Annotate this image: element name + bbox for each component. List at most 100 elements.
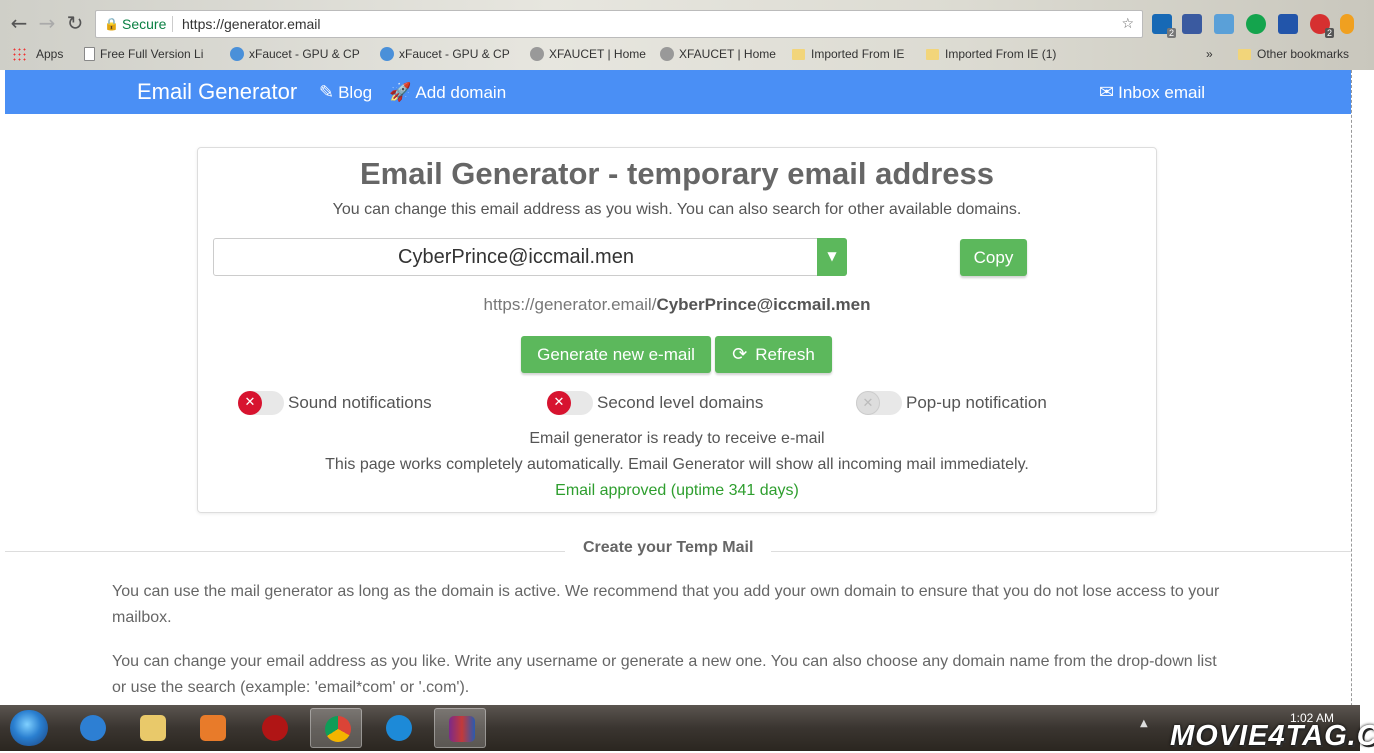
account-extension-icon[interactable]	[1278, 14, 1298, 34]
back-arrow-icon[interactable]: ←	[8, 12, 30, 34]
taskbar-app-red[interactable]	[248, 708, 300, 748]
nav-add-domain[interactable]: 🚀 Add domain	[389, 82, 506, 103]
address-row: ← → ↻ 🔒 Secure https://generator.email ☆…	[0, 6, 1374, 42]
nav-add-domain-label: Add domain	[415, 83, 507, 102]
bookmark-folder[interactable]: Imported From IE	[792, 47, 904, 61]
bookmark-label: Apps	[36, 47, 64, 61]
xfaucet-icon	[230, 47, 244, 61]
taskbar-explorer[interactable]	[126, 708, 178, 748]
folder-icon	[792, 49, 805, 60]
bookmark-label: xFaucet - GPU & CP	[249, 47, 360, 61]
tray-expand-icon[interactable]: ▲	[1140, 718, 1148, 729]
torn-edge	[1351, 70, 1374, 751]
bookmark-label: Other bookmarks	[1257, 47, 1350, 61]
ie-icon	[80, 715, 106, 741]
address-bar[interactable]: 🔒 Secure https://generator.email ☆	[95, 10, 1143, 38]
bookmark-label: Imported From IE (1)	[945, 47, 1057, 61]
bookmark-label: Free Full Version Li	[100, 47, 204, 61]
globe-icon	[530, 47, 544, 61]
rocket-icon: 🚀	[389, 82, 412, 103]
bookmark-item[interactable]: xFaucet - GPU & CP	[380, 47, 510, 61]
bookmarks-overflow-icon[interactable]: »	[1206, 47, 1213, 61]
start-button[interactable]	[10, 710, 48, 746]
people-extension-icon[interactable]	[1182, 14, 1202, 34]
forward-arrow-icon[interactable]: →	[36, 12, 58, 34]
toggle-label: Pop-up notification	[906, 393, 1047, 412]
taskbar-ccleaner[interactable]	[372, 708, 424, 748]
email-address-field[interactable]: CyberPrince@iccmail.men ▼	[213, 238, 847, 276]
bookmarks-bar: Apps Free Full Version Li xFaucet - GPU …	[0, 44, 1374, 66]
fat-extension-icon[interactable]	[1214, 14, 1234, 34]
nav-inbox-email[interactable]: ✉ Inbox email	[1099, 82, 1205, 103]
menu-extension-icon[interactable]	[1340, 14, 1354, 34]
watermark: MOVIE4TAG.CA	[1170, 720, 1374, 752]
chrome-icon	[325, 716, 351, 742]
app-icon	[262, 715, 288, 741]
bookmark-label: XFAUCET | Home	[679, 47, 776, 61]
bookmark-item[interactable]: Free Full Version Li	[84, 47, 203, 61]
bookmark-item[interactable]: XFAUCET | Home	[530, 47, 646, 61]
mailbox-link[interactable]: https://generator.email/CyberPrince@iccm…	[198, 295, 1156, 315]
taskbar-internet-explorer[interactable]	[66, 708, 118, 748]
folder-icon	[926, 49, 939, 60]
apps-grid-icon	[12, 47, 26, 61]
refresh-button[interactable]: ⟳ Refresh	[715, 336, 832, 373]
email-address-value[interactable]: CyberPrince@iccmail.men	[214, 239, 818, 275]
browser-chrome: ← → ↻ 🔒 Secure https://generator.email ☆…	[0, 0, 1374, 70]
lock-icon: 🔒	[104, 17, 119, 31]
mailbox-link-prefix: https://generator.email/	[483, 295, 657, 314]
status-ready: Email generator is ready to receive e-ma…	[529, 430, 825, 447]
linkedin-extension-icon[interactable]: 2	[1152, 14, 1176, 38]
bookmark-label: xFaucet - GPU & CP	[399, 47, 510, 61]
winrar-icon	[449, 716, 475, 742]
nav-blog[interactable]: ✎ Blog	[319, 82, 372, 103]
reload-icon[interactable]: ↻	[64, 12, 86, 34]
domain-dropdown-button[interactable]: ▼	[817, 238, 847, 276]
section-paragraph: You can use the mail generator as long a…	[112, 583, 1220, 626]
globe-icon	[660, 47, 674, 61]
status-approved: Email approved (uptime 341 days)	[555, 482, 799, 499]
generate-new-email-button[interactable]: Generate new e-mail	[521, 336, 711, 373]
ccleaner-icon	[386, 715, 412, 741]
bookmark-folder[interactable]: Imported From IE (1)	[926, 47, 1056, 61]
xfaucet-icon	[380, 47, 394, 61]
site-navbar: Email Generator ✎ Blog 🚀 Add domain ✉ Inbox…	[5, 70, 1351, 114]
copy-button[interactable]: Copy	[960, 239, 1027, 276]
taskbar-winrar[interactable]	[434, 708, 486, 748]
bookmark-item[interactable]: xFaucet - GPU & CP	[230, 47, 360, 61]
status-auto: This page works completely automatically…	[325, 456, 1029, 473]
nav-inbox-label: Inbox email	[1118, 83, 1206, 102]
pencil-icon: ✎	[319, 82, 335, 103]
bookmark-apps[interactable]: Apps	[12, 47, 63, 61]
bookmark-label: Imported From IE	[811, 47, 905, 61]
folder-icon	[140, 715, 166, 741]
refresh-icon: ⟳	[732, 344, 748, 365]
section-title: Create your Temp Mail	[565, 539, 772, 557]
brand-link[interactable]: Email Generator	[137, 79, 297, 105]
secure-label: Secure	[122, 16, 167, 32]
nav-blog-label: Blog	[338, 83, 373, 102]
close-icon: ✕	[547, 391, 571, 415]
grammarly-extension-icon[interactable]	[1246, 14, 1266, 34]
section-paragraph: You can change your email address as you…	[112, 653, 1217, 696]
extension-badge: 2	[1324, 28, 1334, 38]
page-icon	[84, 47, 95, 61]
toggle-label: Second level domains	[597, 393, 764, 412]
page-subtitle: You can change this email address as you…	[332, 201, 1022, 218]
folder-icon	[1238, 49, 1251, 60]
bookmark-other[interactable]: Other bookmarks	[1238, 47, 1349, 61]
email-generator-card: Email Generator - temporary email addres…	[197, 147, 1157, 513]
envelope-icon: ✉	[1099, 82, 1115, 103]
bookmark-star-icon[interactable]: ☆	[1121, 11, 1134, 37]
blocker-extension-icon[interactable]: 2	[1310, 14, 1334, 38]
bookmark-item[interactable]: XFAUCET | Home	[660, 47, 776, 61]
url-text[interactable]: https://generator.email	[182, 11, 321, 37]
taskbar-media-player[interactable]	[186, 708, 238, 748]
omnibox-separator	[172, 16, 173, 32]
bookmark-label: XFAUCET | Home	[549, 47, 646, 61]
taskbar-chrome[interactable]	[310, 708, 362, 748]
windows-taskbar: ▲ 1:02 AM	[0, 705, 1360, 751]
extension-badge: 2	[1166, 28, 1176, 38]
mailbox-link-address: CyberPrince@iccmail.men	[656, 295, 871, 314]
toggle-label: Sound notifications	[288, 393, 432, 412]
